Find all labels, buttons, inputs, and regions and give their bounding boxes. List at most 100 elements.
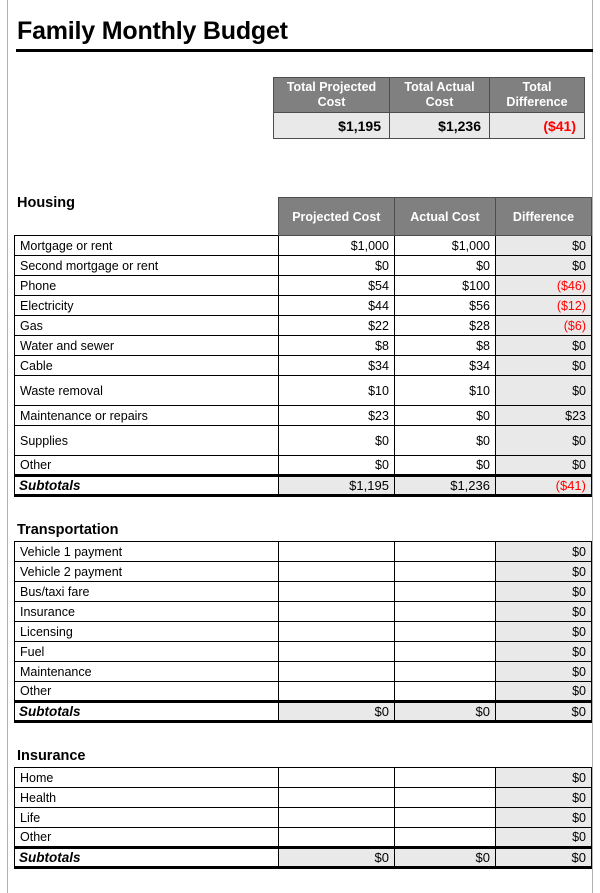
row-difference[interactable]: $0 (494, 425, 593, 456)
row-projected-cost[interactable] (277, 561, 395, 582)
row-actual-cost[interactable]: $0 (393, 255, 496, 276)
row-actual-cost[interactable]: $0 (393, 455, 496, 476)
row-label-other[interactable]: Other (14, 455, 279, 476)
summary-header-total-projected-cost: Total Projected Cost (273, 77, 390, 113)
row-projected-cost[interactable] (277, 621, 395, 642)
row-difference[interactable]: $0 (494, 601, 593, 622)
row-difference[interactable]: $0 (494, 455, 593, 476)
row-difference[interactable]: $0 (494, 681, 593, 702)
row-label-licensing[interactable]: Licensing (14, 621, 279, 642)
row-actual-cost[interactable] (393, 827, 496, 848)
row-label-water-and-sewer[interactable]: Water and sewer (14, 335, 279, 356)
row-label-second-mortgage-or-rent[interactable]: Second mortgage or rent (14, 255, 279, 276)
row-projected-cost[interactable] (277, 807, 395, 828)
row-projected-cost[interactable] (277, 641, 395, 662)
row-difference[interactable]: $0 (494, 561, 593, 582)
row-actual-cost[interactable]: $28 (393, 315, 496, 336)
row-projected-cost[interactable]: $0 (277, 425, 395, 456)
row-label-mortgage-or-rent[interactable]: Mortgage or rent (14, 235, 279, 256)
row-projected-cost[interactable]: $0 (277, 255, 395, 276)
row-actual-cost[interactable] (393, 767, 496, 788)
row-actual-cost[interactable]: $56 (393, 295, 496, 316)
row-actual-cost[interactable] (393, 561, 496, 582)
row-label-fuel[interactable]: Fuel (14, 641, 279, 662)
row-actual-cost[interactable]: $34 (393, 355, 496, 376)
row-projected-cost[interactable] (277, 827, 395, 848)
row-difference[interactable]: $0 (494, 807, 593, 828)
summary-total-actual-cost-value[interactable]: $1,236 (389, 112, 490, 139)
row-difference[interactable]: $0 (494, 235, 593, 256)
row-label-life[interactable]: Life (14, 807, 279, 828)
row-label-other[interactable]: Other (14, 827, 279, 848)
row-actual-cost[interactable] (393, 641, 496, 662)
row-difference[interactable]: ($6) (494, 315, 593, 336)
row-projected-cost[interactable]: $34 (277, 355, 395, 376)
row-label-electricity[interactable]: Electricity (14, 295, 279, 316)
row-difference[interactable]: ($46) (494, 275, 593, 296)
row-actual-cost[interactable]: $0 (393, 405, 496, 426)
row-actual-cost[interactable]: $8 (393, 335, 496, 356)
row-label-insurance[interactable]: Insurance (14, 601, 279, 622)
row-actual-cost[interactable]: $0 (393, 425, 496, 456)
row-difference[interactable]: $23 (494, 405, 593, 426)
row-difference[interactable]: $0 (494, 827, 593, 848)
row-projected-cost[interactable]: $44 (277, 295, 395, 316)
row-label-home[interactable]: Home (14, 767, 279, 788)
table-row: Vehicle 2 payment $0 (14, 561, 593, 582)
row-label-maintenance-or-repairs[interactable]: Maintenance or repairs (14, 405, 279, 426)
row-projected-cost[interactable] (277, 541, 395, 562)
subtotals-row-insurance: Subtotals $0 $0 $0 (14, 846, 593, 869)
row-projected-cost[interactable] (277, 601, 395, 622)
row-actual-cost[interactable] (393, 541, 496, 562)
row-difference[interactable]: $0 (494, 541, 593, 562)
row-label-waste-removal[interactable]: Waste removal (14, 375, 279, 406)
row-projected-cost[interactable]: $23 (277, 405, 395, 426)
row-actual-cost[interactable]: $1,000 (393, 235, 496, 256)
row-actual-cost[interactable] (393, 621, 496, 642)
row-label-gas[interactable]: Gas (14, 315, 279, 336)
row-difference[interactable]: $0 (494, 621, 593, 642)
row-projected-cost[interactable]: $54 (277, 275, 395, 296)
row-label-vehicle-2-payment[interactable]: Vehicle 2 payment (14, 561, 279, 582)
row-actual-cost[interactable] (393, 787, 496, 808)
row-projected-cost[interactable]: $10 (277, 375, 395, 406)
row-difference[interactable]: $0 (494, 641, 593, 662)
row-label-other[interactable]: Other (14, 681, 279, 702)
row-label-health[interactable]: Health (14, 787, 279, 808)
row-difference[interactable]: $0 (494, 787, 593, 808)
row-projected-cost[interactable]: $0 (277, 455, 395, 476)
row-actual-cost[interactable]: $10 (393, 375, 496, 406)
row-difference[interactable]: $0 (494, 355, 593, 376)
row-label-maintenance[interactable]: Maintenance (14, 661, 279, 682)
row-actual-cost[interactable]: $100 (393, 275, 496, 296)
row-actual-cost[interactable] (393, 601, 496, 622)
row-label-phone[interactable]: Phone (14, 275, 279, 296)
row-difference[interactable]: $0 (494, 375, 593, 406)
row-projected-cost[interactable]: $1,000 (277, 235, 395, 256)
row-projected-cost[interactable]: $8 (277, 335, 395, 356)
row-label-bus-taxi-fare[interactable]: Bus/taxi fare (14, 581, 279, 602)
row-difference[interactable]: ($12) (494, 295, 593, 316)
row-actual-cost[interactable] (393, 807, 496, 828)
summary-total-difference-value[interactable]: ($41) (489, 112, 585, 139)
summary-total-projected-cost-value[interactable]: $1,195 (273, 112, 390, 139)
row-difference[interactable]: $0 (494, 661, 593, 682)
row-projected-cost[interactable] (277, 581, 395, 602)
row-actual-cost[interactable] (393, 661, 496, 682)
row-difference[interactable]: $0 (494, 767, 593, 788)
row-difference[interactable]: $0 (494, 255, 593, 276)
row-actual-cost[interactable] (393, 581, 496, 602)
table-row: Health $0 (14, 787, 593, 808)
row-difference[interactable]: $0 (494, 581, 593, 602)
row-label-cable[interactable]: Cable (14, 355, 279, 376)
row-projected-cost[interactable] (277, 661, 395, 682)
row-projected-cost[interactable] (277, 767, 395, 788)
section-table-housing: Projected Cost Actual Cost Difference Mortg… (14, 197, 593, 497)
row-label-supplies[interactable]: Supplies (14, 425, 279, 456)
row-projected-cost[interactable]: $22 (277, 315, 395, 336)
row-projected-cost[interactable] (277, 787, 395, 808)
row-actual-cost[interactable] (393, 681, 496, 702)
row-label-vehicle-1-payment[interactable]: Vehicle 1 payment (14, 541, 279, 562)
row-difference[interactable]: $0 (494, 335, 593, 356)
row-projected-cost[interactable] (277, 681, 395, 702)
